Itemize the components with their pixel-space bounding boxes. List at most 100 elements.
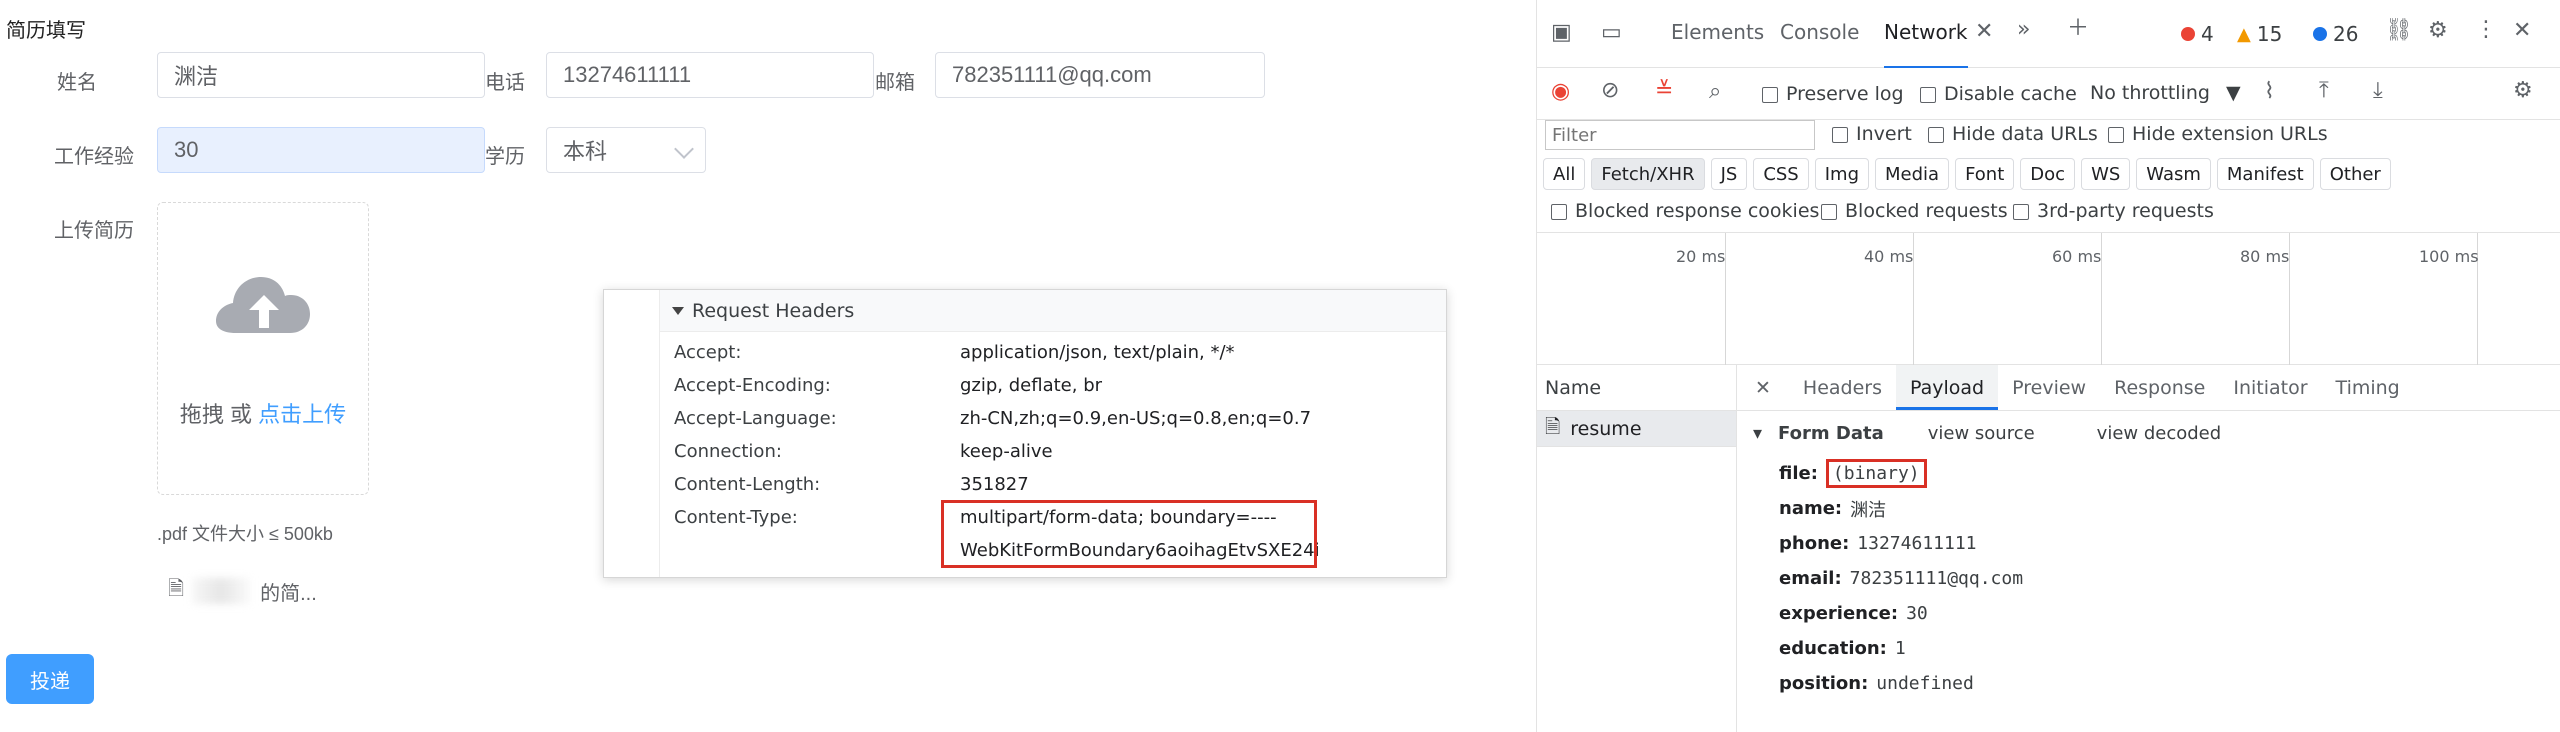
experience-input[interactable]: 30 (157, 127, 485, 173)
clear-icon[interactable]: ⊘ (1601, 80, 1619, 102)
disable-cache-checkbox[interactable]: Disable cache (1920, 83, 2077, 105)
upload-icon[interactable]: ⤒ (2319, 80, 2329, 102)
preserve-log-checkbox[interactable]: Preserve log (1762, 83, 1904, 105)
uploaded-file-item[interactable]: 🗎 的简... (168, 574, 317, 608)
tab-elements[interactable]: Elements (1671, 20, 1764, 44)
triangle-down-icon[interactable]: ▾ (1753, 423, 1762, 444)
close-icon[interactable]: ✕ (2513, 20, 2531, 42)
email-input[interactable]: 782351111@qq.com (935, 52, 1265, 98)
request-headers-title: Request Headers (692, 299, 855, 322)
payload-panel: ▾ Form Data view source view decoded fil… (1737, 411, 2560, 713)
download-icon[interactable]: ⤓ (2373, 80, 2383, 102)
tab-preview[interactable]: Preview (1998, 365, 2100, 410)
blocked-requests-checkbox[interactable]: Blocked requests (1821, 200, 2008, 222)
error-count[interactable]: 4 (2181, 22, 2214, 46)
network-conditions-icon[interactable]: ⛓ (2385, 20, 2413, 42)
tab-timing[interactable]: Timing (2322, 365, 2414, 410)
plus-icon[interactable]: ＋ (2067, 18, 2089, 40)
view-source-link[interactable]: view source (1928, 423, 2035, 444)
request-item-resume[interactable]: 🗎 resume (1537, 411, 1736, 447)
message-count[interactable]: 26 (2313, 22, 2358, 46)
upload-hint: .pdf 文件大小 ≤ 500kb (157, 524, 333, 544)
record-icon[interactable]: ◉ (1551, 81, 1570, 103)
timeline-label-100ms: 100 ms (2419, 247, 2479, 266)
phone-label: 电话 (485, 72, 525, 94)
network-timeline: 20 ms 40 ms 60 ms 80 ms 100 ms (1537, 233, 2560, 365)
header-key-content-length: Content-Length: (674, 474, 821, 495)
filter-chip-doc[interactable]: Doc (2020, 158, 2076, 190)
filter-chip-all[interactable]: All (1543, 158, 1586, 190)
triangle-down-icon (672, 306, 684, 315)
timeline-label-60ms: 60 ms (2052, 247, 2102, 266)
tab-console[interactable]: Console (1780, 20, 1859, 44)
hide-extension-urls-label: Hide extension URLs (2132, 123, 2328, 145)
phone-input[interactable]: 13274611111 (546, 52, 874, 98)
throttling-select[interactable]: No throttling ▼ (2090, 82, 2241, 104)
submit-button[interactable]: 投递 (6, 654, 94, 704)
name-input[interactable]: 渊洁 (157, 52, 485, 98)
education-select-value: 本科 (563, 139, 608, 164)
form-data-rows: file: (binary) name: 渊洁 phone: 132746111… (1753, 456, 2544, 701)
dock-icon[interactable]: ▣ (1551, 22, 1572, 44)
warning-count-value: 15 (2256, 22, 2283, 46)
filter-chip-css[interactable]: CSS (1753, 158, 1809, 190)
search-icon[interactable]: ⌕ (1709, 81, 1721, 103)
payload-row-email: email: 782351111@qq.com (1753, 561, 2544, 596)
filter-chip-manifest[interactable]: Manifest (2216, 158, 2314, 190)
chevron-down-icon (674, 139, 694, 159)
filter-chip-img[interactable]: Img (1814, 158, 1870, 190)
payload-value-email: 782351111@qq.com (1849, 568, 2024, 589)
close-icon[interactable]: ✕ (1737, 365, 1789, 410)
payload-value-position: undefined (1876, 673, 1974, 694)
popup-left-strip (604, 290, 660, 577)
header-key-accept: Accept: (674, 342, 742, 363)
payload-key-file: file: (1779, 463, 1818, 484)
name-label: 姓名 (57, 72, 97, 94)
invert-label: Invert (1856, 123, 1912, 145)
filter-icon[interactable]: ≚ (1655, 80, 1673, 102)
resume-upload-dropzone[interactable]: 拖拽 或 点击上传 (157, 202, 369, 495)
network-filter-bar: Invert Hide data URLs Hide extension URL… (1537, 120, 2560, 233)
tab-initiator[interactable]: Initiator (2219, 365, 2321, 410)
request-headers-section[interactable]: Request Headers (660, 290, 1446, 332)
tab-headers[interactable]: Headers (1789, 365, 1896, 410)
filter-chip-media[interactable]: Media (1875, 158, 1950, 190)
blocked-response-cookies-box (1551, 203, 1567, 220)
education-select[interactable]: 本科 (546, 127, 706, 173)
filter-chip-other[interactable]: Other (2319, 158, 2391, 190)
close-icon[interactable]: ✕ (1975, 21, 1993, 43)
request-item-label: resume (1570, 417, 1642, 440)
third-party-requests-box (2013, 203, 2029, 220)
tab-response[interactable]: Response (2100, 365, 2219, 410)
invert-checkbox[interactable]: Invert (1832, 123, 1912, 145)
overflow-icon[interactable]: » (2017, 19, 2030, 41)
tab-network[interactable]: Network (1884, 20, 1968, 69)
hide-extension-urls-checkbox[interactable]: Hide extension URLs (2108, 123, 2328, 145)
more-icon[interactable]: ⋮ (2475, 19, 2497, 41)
tab-payload[interactable]: Payload (1896, 365, 1999, 410)
header-value-accept: application/json, text/plain, */* (960, 342, 1235, 363)
filter-chip-font[interactable]: Font (1955, 158, 2015, 190)
blocked-response-cookies-checkbox[interactable]: Blocked response cookies (1551, 200, 1819, 222)
filter-chip-fetch-xhr[interactable]: Fetch/XHR (1591, 158, 1705, 190)
network-toolbar: ◉ ⊘ ≚ ⌕ Preserve log Disable cache No th… (1537, 68, 2560, 120)
hide-data-urls-checkbox[interactable]: Hide data URLs (1928, 123, 2098, 145)
filter-chip-ws[interactable]: WS (2081, 158, 2131, 190)
message-icon (2313, 27, 2327, 41)
third-party-requests-checkbox[interactable]: 3rd-party requests (2013, 200, 2214, 222)
payload-row-experience: experience: 30 (1753, 596, 2544, 631)
filter-chip-wasm[interactable]: Wasm (2136, 158, 2211, 190)
device-icon[interactable]: ▭ (1601, 22, 1622, 44)
gear-icon[interactable]: ⚙ (2428, 20, 2448, 42)
resume-form-page: 简历填写 姓名 渊洁 电话 13274611111 邮箱 782351111@q… (0, 0, 1536, 732)
filter-chip-js[interactable]: JS (1710, 158, 1748, 190)
upload-click-link[interactable]: 点击上传 (258, 402, 346, 427)
filter-input[interactable] (1545, 120, 1815, 150)
gear-icon[interactable]: ⚙ (2513, 80, 2533, 102)
network-conditions-icon[interactable]: ⌇ (2264, 81, 2275, 103)
preserve-log-box (1762, 86, 1778, 103)
payload-row-phone: phone: 13274611111 (1753, 526, 2544, 561)
warning-count[interactable]: ▲ 15 (2237, 22, 2282, 46)
view-decoded-link[interactable]: view decoded (2097, 423, 2222, 444)
header-key-connection: Connection: (674, 441, 782, 462)
